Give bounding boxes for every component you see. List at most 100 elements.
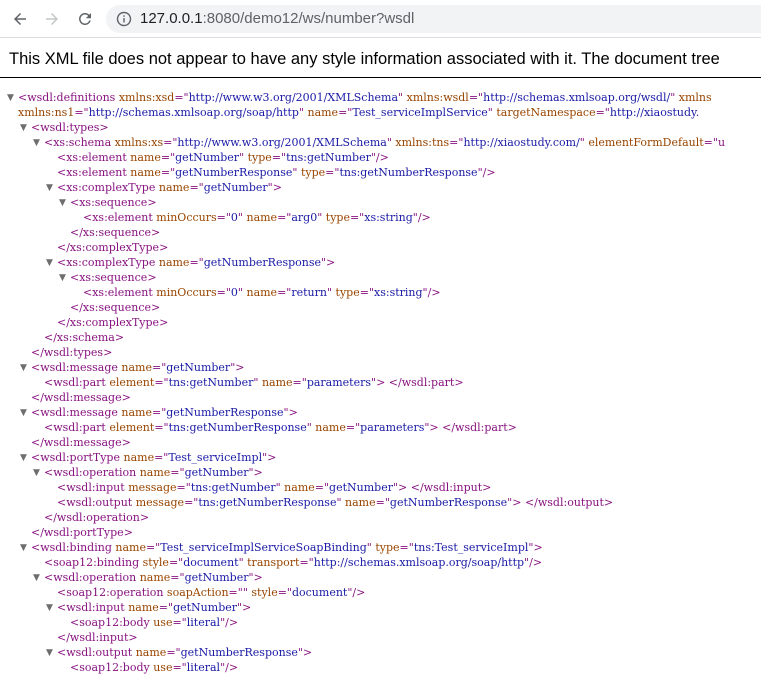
xml-line: </wsdl:types> [0,345,761,360]
xml-line: xmlns:ns1 =" http://schemas.xmlsoap.org/so… [0,105,761,120]
tag-text: =" [299,556,314,569]
forward-arrow-icon[interactable] [42,9,62,29]
attr-value: http://schemas.xmlsoap.org/soap/http [88,106,299,119]
attr-name: type [335,286,360,299]
tag-text: =" [151,406,167,419]
tag-text: "/> [422,286,441,299]
attr-value: getNumber [329,481,393,494]
xml-line: ▼ <wsdl:message name="getNumberResponse"> [0,405,761,420]
xml-line: ▼ <xs:sequence> [0,270,761,285]
tag-text: </wsdl:portType> [31,526,133,539]
attr-value: tns:getNumberResponse [168,421,307,434]
xml-line: </xs:complexType> [0,240,761,255]
collapse-toggle-icon[interactable]: ▼ [59,196,66,211]
xml-line: <wsdl:part element="tns:getNumber" name=… [0,375,761,390]
tag-text: "> </wsdl:part> [424,421,517,434]
xml-line: <soap12:body use="literal"/> [0,660,761,675]
collapse-toggle-icon[interactable]: ▼ [33,466,40,481]
tag-text: =" [154,451,169,464]
collapse-toggle-icon[interactable]: ▼ [46,256,53,271]
tag-text: <wsdl:definitions [18,91,119,104]
collapse-toggle-icon[interactable]: ▼ [46,601,53,616]
tag-text: <xs:element [83,286,157,299]
tag-text: "> </wsdl:part> [371,376,464,389]
attr-name: element [109,376,155,389]
attr-name: message [135,496,185,509]
tag-text: " [326,286,336,299]
browser-toolbar: 127.0.0.1:8080/demo12/ws/number?wsdl [0,0,761,38]
xml-line-text: <wsdl:message name="getNumberResponse"> [31,405,298,420]
attr-name: name [123,451,155,464]
attr-name: xmlns:ns1 [18,106,75,119]
collapse-toggle-icon[interactable]: ▼ [33,136,40,151]
attr-value: http://xiaostudy. [609,106,700,119]
xml-line-text: <soap12:binding style="document" transpo… [44,555,542,570]
xml-line-text: <soap12:body use="literal"/> [70,615,238,630]
attr-value: getNumber [166,361,231,374]
xml-line: ▼ <wsdl:output name="getNumberResponse"> [0,645,761,660]
collapse-toggle-icon[interactable]: ▼ [59,271,66,286]
xml-line-text: </xs:sequence> [70,225,160,240]
xml-line: <xs:element name="getNumber" type="tns:g… [0,150,761,165]
attr-value: document [291,586,348,599]
collapse-toggle-icon[interactable]: ▼ [7,91,14,106]
attr-value: http://www.w3.org/2001/XMLSchema [177,136,387,149]
attr-name: style [251,586,278,599]
tag-text: =" [189,256,204,269]
tag-text: =" [271,151,287,164]
attr-value: document [183,556,239,569]
collapse-toggle-icon[interactable]: ▼ [20,361,27,376]
tag-text: " [275,481,285,494]
site-info-icon[interactable] [116,11,132,27]
tag-text: " [253,376,262,389]
reload-icon[interactable] [75,9,95,29]
xml-line: <wsdl:part element="tns:getNumberRespons… [0,420,761,435]
xml-line-text: <wsdl:message name="getNumber"> [31,360,244,375]
attr-value: tns:Test_serviceImpl [413,541,529,554]
xml-line: </xs:sequence> [0,225,761,240]
xml-line: <soap12:body use="literal"/> [0,615,761,630]
url-text[interactable]: 127.0.0.1:8080/demo12/ws/number?wsdl [140,10,414,28]
tag-text: </wsdl:message> [31,391,131,404]
attr-name: targetNamespace [496,106,596,119]
xml-line: <xs:element name="getNumberResponse" typ… [0,165,761,180]
attr-value: parameters [360,421,425,434]
collapse-toggle-icon[interactable]: ▼ [20,451,27,466]
address-bar[interactable]: 127.0.0.1:8080/demo12/ws/number?wsdl [106,5,761,33]
collapse-toggle-icon[interactable]: ▼ [20,406,27,421]
url-host: 127.0.0.1 [140,10,203,27]
attr-value: getNumber [184,571,249,584]
url-path: :8080/demo12/ws/number?wsdl [202,10,415,27]
tag-text: "> [248,466,263,479]
tag-text: " [292,166,301,179]
attr-value: http://schemas.xmlsoap.org/soap/http [313,556,525,569]
tag-text: =" [154,376,169,389]
xml-line-text: <wsdl:definitions xmlns:xsd="http://www.… [18,90,712,105]
collapse-toggle-icon[interactable]: ▼ [20,121,27,136]
tag-text: <wsdl:portType [31,451,124,464]
attr-value: 0 [230,211,238,224]
collapse-toggle-icon[interactable]: ▼ [33,571,40,586]
xml-line-text: <wsdl:output name="getNumberResponse"> [57,645,312,660]
tag-text: "> [248,571,263,584]
attr-value: tns:getNumber [286,151,371,164]
tag-text: =" [338,106,353,119]
xml-line: <wsdl:output message="tns:getNumberRespo… [0,495,761,510]
tag-text: =" [184,496,199,509]
attr-name: name [135,646,167,659]
attr-value: getNumberResponse [180,646,298,659]
tag-text: </wsdl:types> [31,346,113,359]
attr-value: tns:getNumberResponse [339,166,478,179]
tag-text: =" [359,286,375,299]
back-arrow-icon[interactable] [10,9,30,29]
tag-text: =" [145,541,161,554]
tag-text: "/> [220,616,239,629]
attr-name: name [246,211,278,224]
xml-line-text: <wsdl:types> [31,120,109,135]
collapse-toggle-icon[interactable]: ▼ [46,646,53,661]
collapse-toggle-icon[interactable]: ▼ [46,181,53,196]
attr-value: getNumberResponse [166,406,284,419]
tag-text: "/> [370,151,389,164]
collapse-toggle-icon[interactable]: ▼ [20,541,27,556]
attr-name: name [121,361,152,374]
